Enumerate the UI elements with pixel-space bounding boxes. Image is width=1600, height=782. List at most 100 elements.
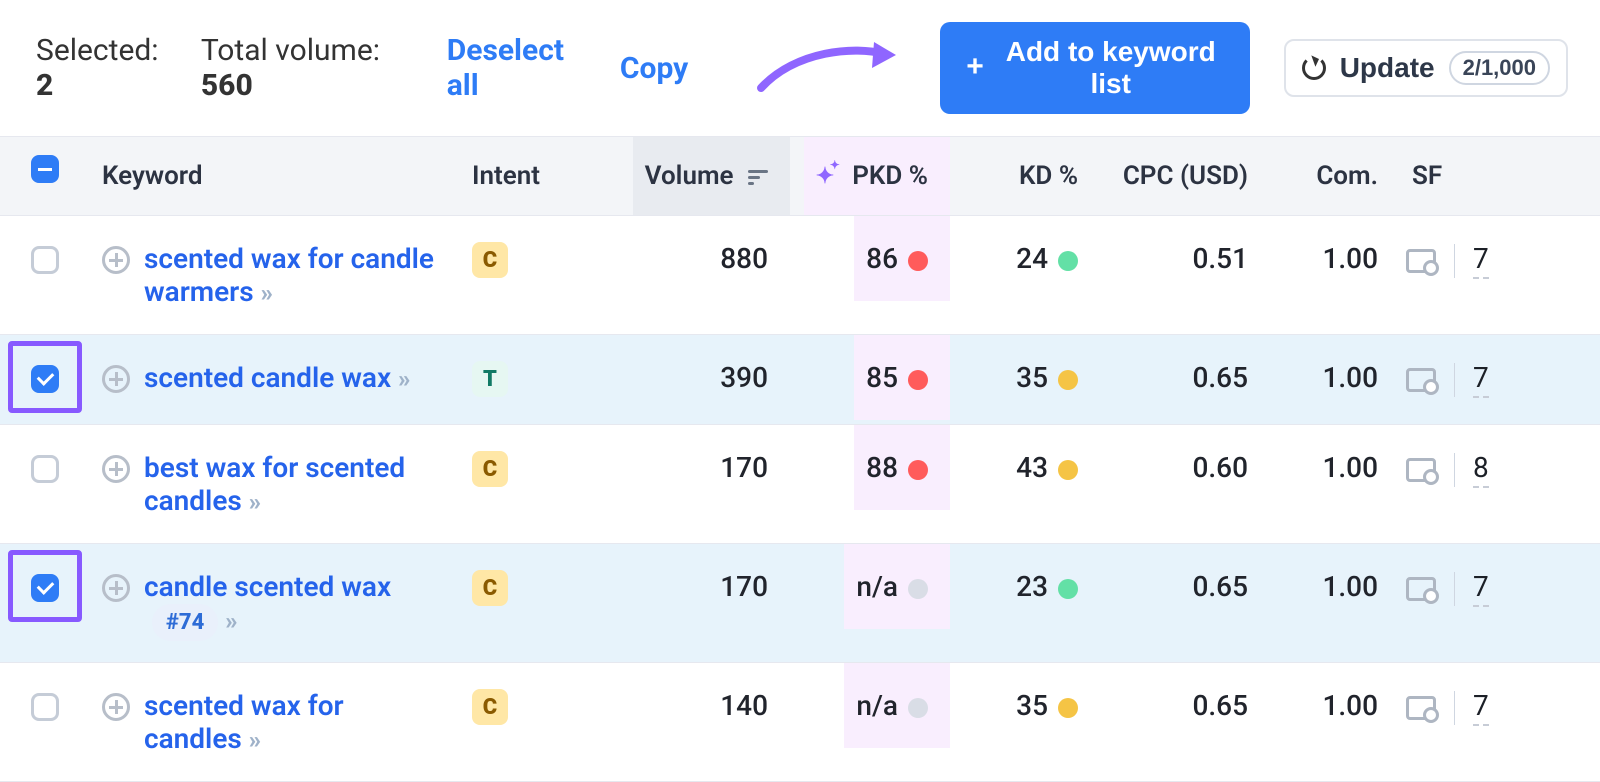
pkd-dot-icon <box>908 460 928 480</box>
intent-cell: C <box>460 425 600 513</box>
select-all-checkbox[interactable] <box>31 155 59 183</box>
volume-cell: 170 <box>708 544 790 629</box>
header-intent[interactable]: Intent <box>460 137 600 215</box>
copy-button[interactable]: Copy <box>620 51 688 86</box>
pkd-value: 86 <box>866 242 898 275</box>
intent-badge: T <box>472 361 508 397</box>
keyword-link[interactable]: scented wax for candles <box>144 689 344 755</box>
table-row: scented candle wax »T39085350.651.007 <box>0 335 1600 425</box>
intent-badge: C <box>472 689 508 725</box>
keyword-link[interactable]: scented wax for candle warmers <box>144 242 434 308</box>
chevron-right-icon: » <box>249 726 257 754</box>
header-cpc[interactable]: CPC (USD) <box>1111 137 1270 215</box>
divider <box>1454 453 1455 487</box>
sf-value: 7 <box>1473 361 1489 398</box>
keyword-link[interactable]: scented candle wax <box>144 361 398 394</box>
header-sf[interactable]: SF <box>1400 137 1550 215</box>
intent-badge: C <box>472 570 508 606</box>
kd-dot-icon <box>1058 579 1078 599</box>
sparkle-icon <box>816 164 838 186</box>
expand-keyword-icon[interactable] <box>102 246 130 274</box>
keyword-link[interactable]: best wax for scented candles <box>144 451 405 517</box>
row-checkbox-cell[interactable] <box>0 335 90 419</box>
divider <box>1454 572 1455 606</box>
intent-badge: C <box>472 242 508 278</box>
kd-value: 23 <box>1016 570 1048 603</box>
sf-value: 8 <box>1473 451 1489 488</box>
sf-value: 7 <box>1473 570 1489 607</box>
sf-cell: 7 <box>1400 663 1550 752</box>
expand-keyword-icon[interactable] <box>102 365 130 393</box>
pkd-value: n/a <box>856 689 898 722</box>
intent-badge: C <box>472 451 508 487</box>
com-cell: 1.00 <box>1310 335 1400 420</box>
chevron-right-icon: » <box>398 365 406 393</box>
row-checkbox[interactable] <box>31 574 59 602</box>
kd-dot-icon <box>1058 370 1078 390</box>
row-checkbox[interactable] <box>31 365 59 393</box>
cpc-cell: 0.65 <box>1180 335 1270 420</box>
divider <box>1454 244 1455 278</box>
expand-keyword-icon[interactable] <box>102 455 130 483</box>
row-checkbox-cell[interactable] <box>0 663 90 747</box>
update-button[interactable]: Update 2/1,000 <box>1284 39 1568 97</box>
pkd-cell: 88 <box>854 425 950 510</box>
cpc-cell: 0.51 <box>1180 216 1270 301</box>
divider <box>1454 691 1455 725</box>
header-volume[interactable]: Volume <box>633 137 790 215</box>
row-checkbox-cell[interactable] <box>0 425 90 509</box>
sf-cell: 8 <box>1400 425 1550 514</box>
header-volume-label: Volume <box>645 161 734 191</box>
kd-value: 24 <box>1016 242 1048 275</box>
serp-preview-icon[interactable] <box>1406 249 1436 273</box>
deselect-all-button[interactable]: Deselect all <box>447 33 586 103</box>
keyword-link[interactable]: candle scented wax <box>144 570 391 603</box>
refresh-icon <box>1302 56 1326 80</box>
com-cell: 1.00 <box>1310 216 1400 301</box>
row-checkbox[interactable] <box>31 693 59 721</box>
cpc-cell: 0.60 <box>1180 425 1270 510</box>
chevron-right-icon: » <box>261 279 269 307</box>
volume-value: 560 <box>201 68 253 103</box>
serp-preview-icon[interactable] <box>1406 458 1436 482</box>
keyword-cell: scented wax for candles » <box>90 663 460 781</box>
row-checkbox[interactable] <box>31 455 59 483</box>
header-com[interactable]: Com. <box>1304 137 1400 215</box>
selected-label: Selected: <box>36 33 159 68</box>
header-pkd[interactable]: PKD % <box>804 137 950 215</box>
kd-cell: 23 <box>1004 544 1100 629</box>
serp-preview-icon[interactable] <box>1406 577 1436 601</box>
select-all-cell[interactable] <box>0 137 90 207</box>
row-checkbox-cell[interactable] <box>0 544 90 628</box>
pkd-cell: n/a <box>844 663 950 748</box>
add-to-keyword-list-label: Add to keyword list <box>998 36 1224 100</box>
row-checkbox[interactable] <box>31 246 59 274</box>
volume-cell: 390 <box>708 335 790 420</box>
keyword-cell: candle scented wax #74 » <box>90 544 460 662</box>
pkd-value: 85 <box>866 361 898 394</box>
row-checkbox-cell[interactable] <box>0 216 90 300</box>
keyword-cell: scented candle wax » <box>90 335 460 420</box>
expand-keyword-icon[interactable] <box>102 574 130 602</box>
volume-cell: 170 <box>708 425 790 510</box>
cpc-cell: 0.65 <box>1180 544 1270 629</box>
intent-cell: C <box>460 544 600 632</box>
kd-cell: 24 <box>1004 216 1100 301</box>
pkd-dot-icon <box>908 370 928 390</box>
kd-dot-icon <box>1058 698 1078 718</box>
table-row: scented wax for candles »C140n/a350.651.… <box>0 663 1600 782</box>
sf-cell: 7 <box>1400 216 1550 305</box>
add-to-keyword-list-button[interactable]: + Add to keyword list <box>940 22 1249 114</box>
header-keyword[interactable]: Keyword <box>90 137 460 215</box>
expand-keyword-icon[interactable] <box>102 693 130 721</box>
sf-cell: 7 <box>1400 335 1550 424</box>
volume-label: Total volume: <box>201 33 380 68</box>
serp-preview-icon[interactable] <box>1406 368 1436 392</box>
arrow-annotation-icon <box>756 40 906 96</box>
chevron-right-icon: » <box>225 607 233 635</box>
serp-preview-icon[interactable] <box>1406 696 1436 720</box>
pkd-value: 88 <box>866 451 898 484</box>
header-kd[interactable]: KD % <box>1007 137 1100 215</box>
com-cell: 1.00 <box>1310 425 1400 510</box>
pkd-dot-icon <box>908 251 928 271</box>
